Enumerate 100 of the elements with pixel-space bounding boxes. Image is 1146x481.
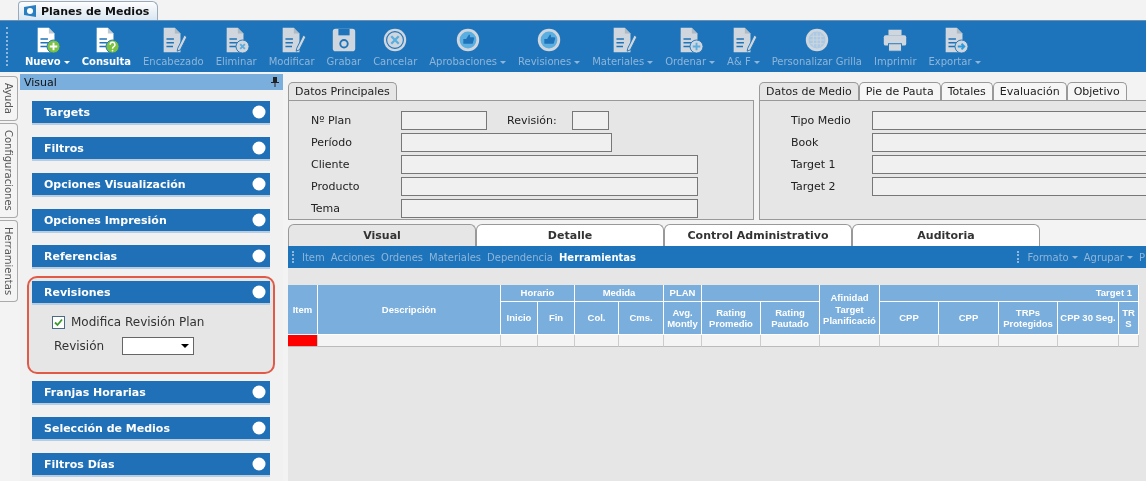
accordion-header[interactable]: Filtros Días xyxy=(32,453,270,477)
group-tab[interactable]: Datos de Medio xyxy=(759,82,859,100)
input-field[interactable] xyxy=(401,155,698,174)
column-header[interactable]: Rating Promedio xyxy=(702,302,761,335)
input-field[interactable] xyxy=(872,133,1146,152)
grid-toolbar-button[interactable]: Herramientas xyxy=(559,251,636,263)
accordion-header[interactable]: Opciones Visualización xyxy=(32,173,270,197)
toolbar-button[interactable]: Cancelar xyxy=(370,21,421,72)
column-header[interactable]: Avg. Montly xyxy=(664,302,702,335)
view-tab[interactable]: Control Administrativo xyxy=(664,224,852,246)
field-label: Revisión xyxy=(54,339,105,353)
table-cell xyxy=(999,335,1058,347)
column-header[interactable]: Cms. xyxy=(619,302,664,335)
accordion-header[interactable]: Revisiones xyxy=(32,281,270,305)
view-tab[interactable]: Detalle xyxy=(476,224,664,246)
toolbar-button[interactable]: Consulta xyxy=(78,21,135,72)
table-cell xyxy=(1119,335,1139,347)
table-cell xyxy=(761,335,820,347)
column-group-header: Horario xyxy=(501,285,575,302)
table-cell xyxy=(939,335,999,347)
view-tab[interactable]: Auditoria xyxy=(852,224,1040,246)
accordion-header[interactable]: Opciones Impresión xyxy=(32,209,270,233)
column-header[interactable]: Item xyxy=(288,285,318,335)
grid-toolbar-button[interactable]: Agrupar xyxy=(1083,251,1133,263)
toolbar-button[interactable]: Nuevo xyxy=(22,21,73,72)
input-field[interactable] xyxy=(401,199,698,218)
column-header[interactable]: Descripción xyxy=(318,285,501,335)
input-field[interactable] xyxy=(401,177,698,196)
toolbar-button[interactable]: Materiales xyxy=(589,21,657,72)
input-field[interactable] xyxy=(872,111,1146,130)
group-tab[interactable]: Objetivo xyxy=(1066,82,1127,100)
accordion-header[interactable]: Targets xyxy=(32,101,270,125)
group-tab[interactable]: Datos Principales xyxy=(288,82,397,100)
column-header[interactable]: CPP xyxy=(939,302,999,335)
column-header[interactable]: Afinidad Target Planificació xyxy=(820,285,880,335)
column-header[interactable]: TR S xyxy=(1119,302,1139,335)
accordion-header[interactable]: Selección de Medios xyxy=(32,417,270,441)
grid-toolbar-button[interactable]: Formato xyxy=(1027,251,1078,263)
caret-icon xyxy=(709,60,716,64)
side-tab[interactable]: Herramientas xyxy=(0,219,18,302)
grid-toolbar-button[interactable]: Ordenes xyxy=(381,251,424,263)
toolbar-button[interactable]: Grabar xyxy=(323,21,365,72)
panel-title: Visual xyxy=(24,75,57,89)
caret-icon xyxy=(500,60,507,64)
column-header[interactable]: Fin xyxy=(538,302,575,335)
input-field[interactable] xyxy=(401,111,487,130)
table-cell xyxy=(575,335,619,347)
caret-icon xyxy=(753,60,760,64)
input-field[interactable] xyxy=(872,155,1146,174)
group-tab[interactable]: Evaluación xyxy=(992,82,1067,100)
toolbar-button[interactable]: Modificar xyxy=(265,21,318,72)
circle-icon xyxy=(252,105,266,119)
accordion-header[interactable]: Franjas Horarias xyxy=(32,381,270,405)
toolbar-button[interactable]: Revisiones xyxy=(515,21,584,72)
table-cell xyxy=(664,335,702,347)
side-tab[interactable]: Ayuda xyxy=(0,76,18,121)
column-header[interactable]: CPP 30 Seg. xyxy=(1058,302,1119,335)
caret-icon xyxy=(63,60,70,64)
document-tab[interactable]: Planes de Medios xyxy=(18,1,159,20)
checkbox[interactable] xyxy=(52,315,65,329)
pin-icon[interactable] xyxy=(271,77,279,87)
checkbox-label: Modifica Revisión Plan xyxy=(71,315,205,329)
table-cell xyxy=(501,335,538,347)
toolbar-button[interactable]: Aprobaciones xyxy=(426,21,510,72)
grid-toolbar-button[interactable]: Item xyxy=(302,251,325,263)
group-tab[interactable]: Pie de Pauta xyxy=(858,82,941,100)
logo-icon xyxy=(23,4,37,18)
input-field[interactable] xyxy=(872,177,1146,196)
grid-toolbar-button[interactable]: Acciones xyxy=(330,251,376,263)
toolbar-button[interactable]: Ordenar xyxy=(662,21,719,72)
field-label: Período xyxy=(311,136,354,149)
toolbar-button[interactable]: Imprimir xyxy=(870,21,920,72)
circle-icon xyxy=(252,213,266,227)
input-field[interactable] xyxy=(401,133,612,152)
circle-icon xyxy=(252,249,266,263)
field-label: Target 2 xyxy=(791,180,837,193)
grip-icon xyxy=(292,251,296,263)
toolbar-button[interactable]: Eliminar xyxy=(212,21,260,72)
toolbar-button[interactable]: Exportar xyxy=(925,21,984,72)
view-tab[interactable]: Visual xyxy=(288,224,476,246)
field-label: Producto xyxy=(311,180,361,193)
accordion-header[interactable]: Referencias xyxy=(32,245,270,269)
column-group-header: Target 1 xyxy=(880,285,1139,302)
group-tab[interactable]: Totales xyxy=(940,82,993,100)
accordion-header[interactable]: Filtros xyxy=(32,137,270,161)
circle-icon xyxy=(252,385,266,399)
toolbar-button[interactable]: A& F xyxy=(724,21,763,72)
column-header[interactable]: Inicio xyxy=(501,302,538,335)
column-header[interactable]: CPP xyxy=(880,302,939,335)
input-field[interactable] xyxy=(571,111,609,130)
toolbar-button[interactable]: Encabezado xyxy=(140,21,207,72)
grid-toolbar-button[interactable]: Dependencia xyxy=(487,251,553,263)
dropdown-field[interactable] xyxy=(122,337,195,355)
toolbar-button[interactable]: Personalizar Grilla xyxy=(768,21,865,72)
column-header[interactable]: TRPs Protegidos xyxy=(999,302,1058,335)
grid-toolbar-button[interactable]: Materiales xyxy=(429,251,482,263)
grid-toolbar-button[interactable]: P xyxy=(1138,251,1145,263)
column-header[interactable]: Col. xyxy=(575,302,619,335)
column-header[interactable]: Rating Pautado xyxy=(761,302,820,335)
side-tab[interactable]: Configuraciones xyxy=(0,122,18,218)
